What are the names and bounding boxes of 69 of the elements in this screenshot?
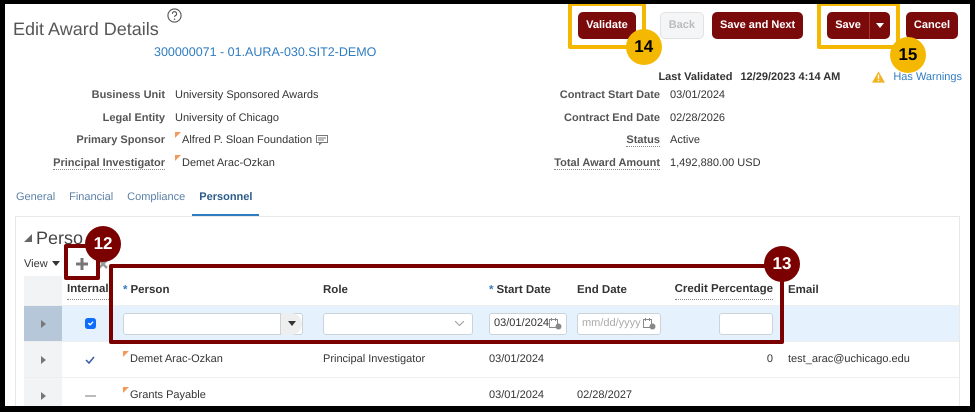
note-icon[interactable] (316, 134, 328, 146)
column-header: Internal (67, 281, 109, 300)
table-cell-text: 03/01/2024 (489, 388, 544, 404)
view-menu[interactable]: View (24, 256, 48, 272)
start-date-field[interactable]: 03/01/2024 (489, 312, 568, 334)
column-header: Start Date (496, 282, 551, 298)
tab[interactable]: Personnel (192, 183, 260, 216)
record-link[interactable]: 300000071 - 01.AURA-030.SIT2-DEMO (154, 43, 376, 62)
expand-row-icon[interactable] (40, 392, 46, 400)
table-cell-text: test_arac@uchicago.edu (788, 352, 910, 368)
credit-percentage-field[interactable] (719, 312, 773, 334)
page-title: Edit Award Details (13, 18, 159, 41)
field-value: University of Chicago (175, 110, 279, 126)
tab[interactable]: Financial (62, 183, 120, 216)
field-value: University Sponsored Awards (175, 88, 318, 103)
table-cell-text: Principal Investigator (323, 352, 426, 368)
field-label: Contract Start Date (560, 89, 660, 101)
column-header: Person (130, 282, 170, 298)
calendar-icon[interactable] (643, 318, 656, 330)
callout-number: 12 (85, 226, 122, 262)
required-marker: * (489, 282, 494, 298)
field-label: Total Award Amount (554, 156, 660, 170)
table-cell-text: 03/01/2024 (489, 352, 544, 368)
callout-number: 13 (764, 246, 800, 282)
required-marker: * (123, 282, 128, 298)
table-cell-text: 02/28/2027 (577, 388, 632, 404)
field-label: Primary Sponsor (76, 134, 165, 146)
field-label: Contract End Date (564, 112, 660, 124)
chevron-icon (455, 321, 464, 326)
table-row[interactable]: 03/01/2024 mm/dd/yyyy (24, 306, 959, 342)
column-header: Email (788, 282, 819, 298)
table-row[interactable]: Demet Arac-Ozkan Principal Investigator 03/01/2024 0 test_arac@uchicago.edu (24, 342, 959, 378)
field-label: Business Unit (92, 89, 165, 101)
warning-icon (872, 70, 886, 83)
field-value: 1,492,880.00 USD (670, 156, 761, 170)
field-label: Legal Entity (102, 112, 165, 124)
callout-number: 15 (890, 36, 926, 72)
field-value: Alfred P. Sloan Foundation (175, 132, 312, 148)
add-icon[interactable] (76, 258, 88, 270)
last-validated-label: Last Validated (658, 70, 732, 84)
column-header: Role (323, 282, 348, 298)
field-value: Active (670, 133, 700, 148)
action-button[interactable]: Validate (578, 12, 636, 38)
tab[interactable]: General (9, 183, 62, 216)
table-cell: Demet Arac-Ozkan (123, 351, 223, 368)
help-icon[interactable] (166, 8, 182, 23)
callout-number: 14 (626, 28, 662, 64)
field-value: 03/01/2024 (670, 88, 726, 103)
expand-row-icon[interactable] (40, 320, 46, 328)
field-value: 02/28/2026 (670, 110, 726, 126)
field-label: Status (626, 134, 660, 147)
column-header: Credit Percentage (674, 281, 773, 300)
caret-icon[interactable] (52, 261, 60, 266)
action-button[interactable]: Save and Next (712, 12, 804, 38)
section-title: Perso (36, 226, 84, 250)
expand-row-icon[interactable] (40, 356, 46, 364)
action-button[interactable]: Cancel (906, 12, 958, 38)
collapse-triangle-icon[interactable] (24, 234, 32, 242)
tab[interactable]: Compliance (120, 183, 192, 216)
action-button: Back (660, 12, 704, 38)
table-cell: Grants Payable (123, 387, 206, 404)
caret-icon[interactable] (288, 321, 296, 326)
column-header: End Date (577, 282, 627, 298)
field-value: Demet Arac-Ozkan (175, 154, 275, 171)
last-validated-value: 12/29/2023 4:14 AM (740, 70, 840, 84)
field-label: Principal Investigator (53, 156, 165, 170)
table-cell-text: 0 (766, 352, 773, 368)
internal-checkbox[interactable] (84, 318, 96, 329)
calendar-icon[interactable] (549, 318, 562, 330)
